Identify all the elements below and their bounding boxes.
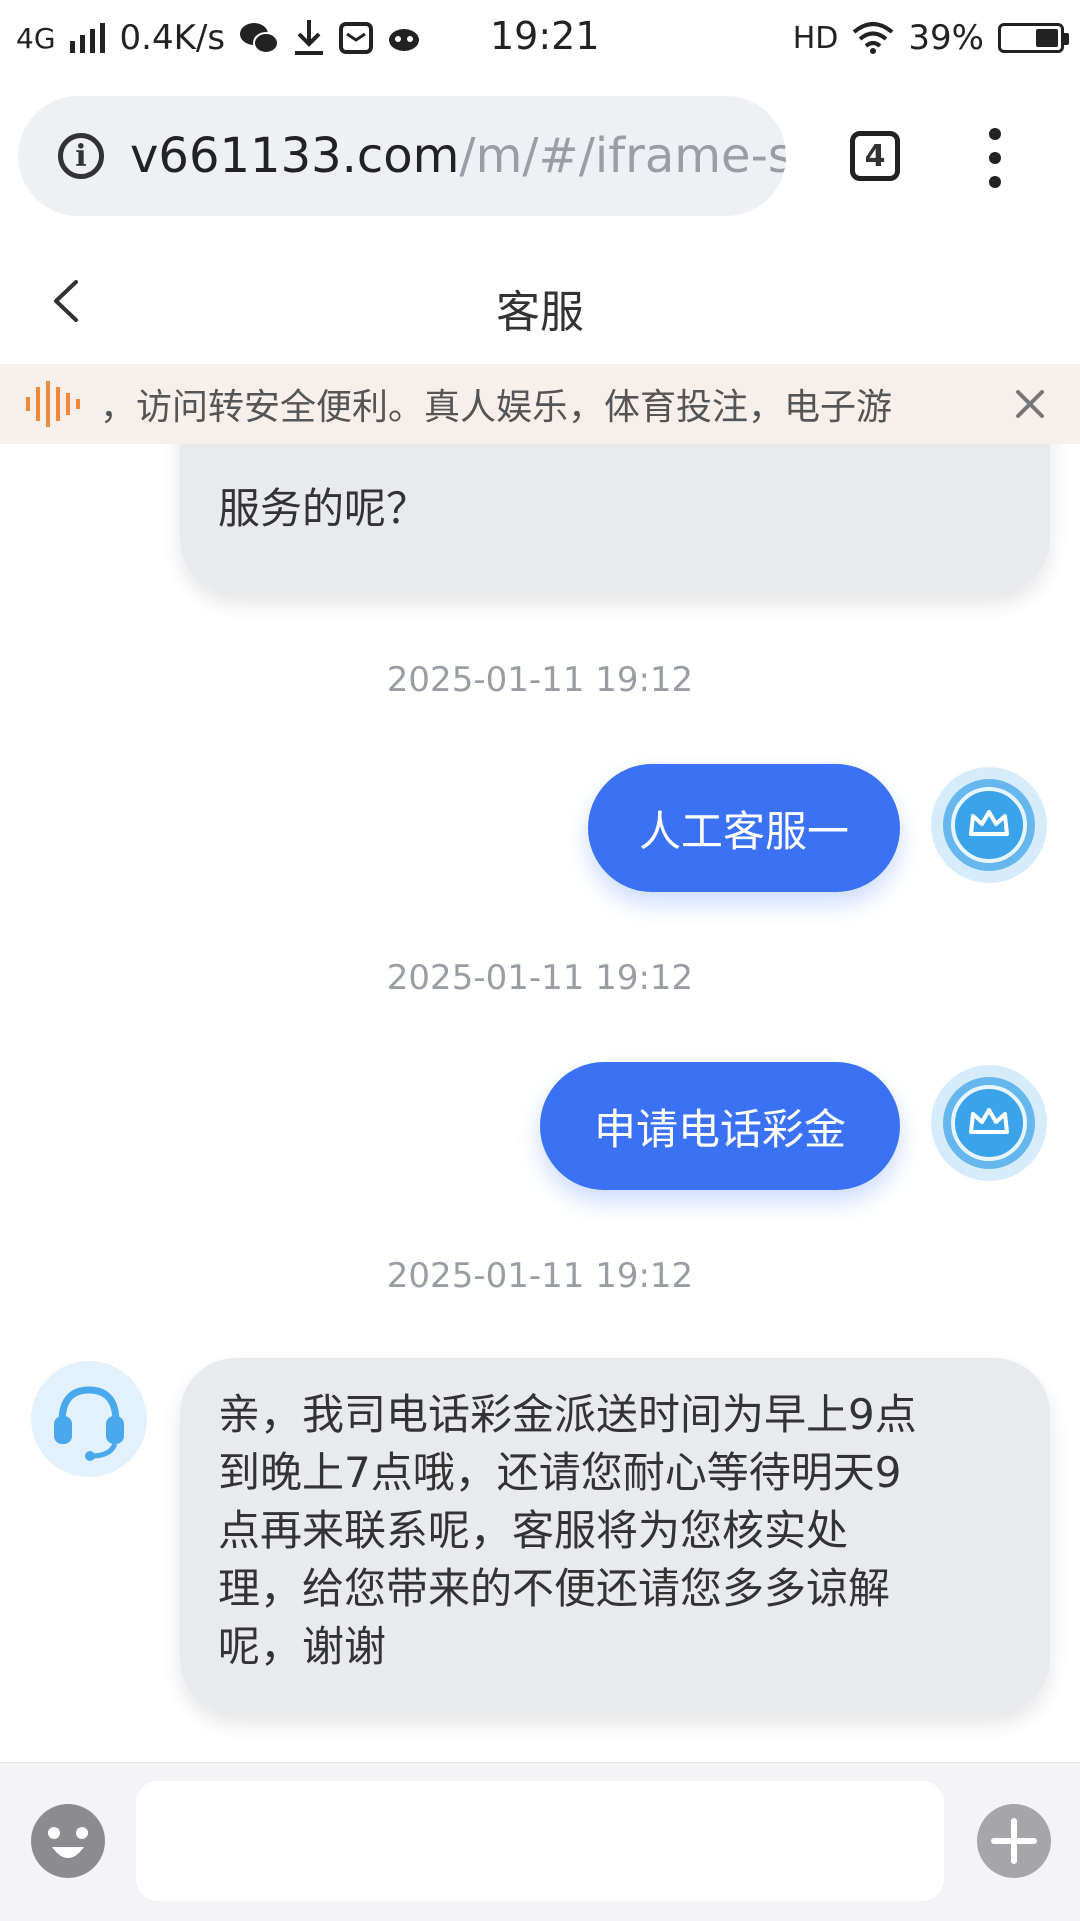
wifi-icon — [853, 22, 894, 54]
download-icon — [295, 20, 324, 55]
url-host: v661133.com — [130, 128, 460, 184]
outgoing-message-bubble: 申请电话彩金 — [540, 1062, 900, 1190]
status-right: HD 39% — [792, 18, 1069, 58]
battery-icon — [998, 23, 1069, 53]
status-bar: 4G 0.4K/s 19:21 HD 39% — [0, 0, 1080, 76]
signal-icon — [69, 23, 105, 53]
url-text[interactable]: v661133.com/m/#/iframe-s — [130, 128, 786, 184]
message-text: 人工客服一 — [638, 806, 849, 856]
message-line: 亲，我司电话彩金派送时间为早上9点 — [218, 1390, 917, 1439]
wechat-icon — [240, 23, 280, 54]
mail-icon — [339, 22, 374, 54]
user-avatar[interactable] — [930, 1064, 1048, 1182]
message-text: 服务的呢？ — [218, 484, 429, 533]
message-line: 呢，谢谢 — [218, 1622, 387, 1671]
message-input[interactable] — [136, 1781, 944, 1901]
user-avatar[interactable] — [930, 766, 1048, 884]
url-path: /m/#/iframe-s — [459, 128, 786, 184]
message-line: 到晚上7点哦，还请您耐心等待明天9 — [218, 1448, 902, 1497]
agent-avatar[interactable] — [30, 1360, 148, 1478]
plus-icon[interactable] — [976, 1803, 1052, 1879]
message-line: 点再来联系呢，客服将为您核实处 — [218, 1506, 849, 1555]
info-icon[interactable]: i — [58, 133, 104, 179]
network-label: 4G — [16, 21, 56, 55]
message-timestamp: 2025-01-11 19:12 — [386, 1256, 694, 1296]
message-timestamp: 2025-01-11 19:12 — [386, 958, 694, 998]
notice-text: ，访问转安全便利。真人娱乐，体育投注，电子游 — [100, 387, 893, 428]
message-timestamp: 2025-01-11 19:12 — [386, 660, 694, 700]
cat-icon — [389, 29, 420, 51]
chat-area[interactable]: 服务的呢？ 2025-01-11 19:12 人工客服一 2025-01-11 … — [0, 444, 1080, 1762]
status-left: 4G 0.4K/s — [16, 18, 421, 58]
tab-count-button[interactable]: 4 — [850, 131, 900, 181]
close-icon[interactable] — [1010, 384, 1050, 424]
sound-wave-icon — [26, 381, 80, 427]
message-input-bar — [0, 1762, 1080, 1921]
page-header: 客服 — [0, 240, 1080, 364]
incoming-message-bubble: 亲，我司电话彩金派送时间为早上9点 到晚上7点哦，还请您耐心等待明天9 点再来联… — [180, 1358, 1050, 1714]
overflow-menu-icon[interactable] — [985, 128, 1005, 188]
hd-label: HD — [792, 20, 839, 56]
notice-bar: ，访问转安全便利。真人娱乐，体育投注，电子游 — [0, 364, 1080, 444]
browser-toolbar: i v661133.com/m/#/iframe-s 4 — [0, 76, 1080, 240]
message-line: 理，给您带来的不便还请您多多谅解 — [218, 1564, 891, 1613]
page-title: 客服 — [496, 287, 584, 338]
incoming-message-bubble: 服务的呢？ — [180, 444, 1050, 594]
address-bar[interactable]: i v661133.com/m/#/iframe-s — [18, 96, 786, 216]
outgoing-message-bubble: 人工客服一 — [588, 764, 900, 892]
message-text: 申请电话彩金 — [593, 1104, 846, 1154]
clock: 19:21 — [490, 14, 600, 58]
emoji-icon[interactable] — [30, 1803, 106, 1879]
battery-percent: 39% — [908, 18, 984, 58]
network-speed: 0.4K/s — [119, 18, 226, 58]
